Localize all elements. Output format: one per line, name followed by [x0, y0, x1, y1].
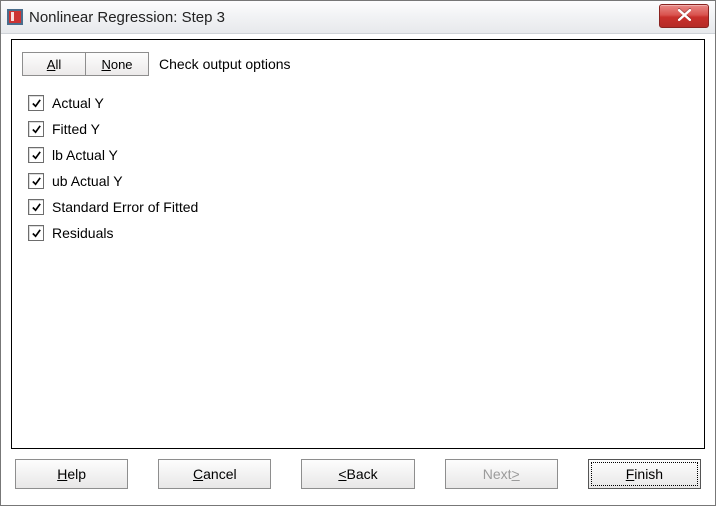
output-options-list: Actual Y Fitted Y lb Actual Y ub Actual Y St… [28, 90, 694, 246]
checkbox[interactable] [28, 121, 44, 137]
help-button[interactable]: Help [15, 459, 128, 489]
wizard-buttons: Help Cancel < Back Next > Finish [15, 459, 701, 491]
checkbox[interactable] [28, 95, 44, 111]
output-option-label: lb Actual Y [52, 147, 118, 163]
content-panel: All None Check output options Actual Y Fi… [11, 39, 705, 449]
output-option-label: Fitted Y [52, 121, 100, 137]
toolbar: All None Check output options [22, 52, 694, 76]
output-option: Actual Y [28, 90, 694, 116]
app-icon [7, 9, 23, 25]
checkbox[interactable] [28, 147, 44, 163]
output-option: ub Actual Y [28, 168, 694, 194]
output-option-label: ub Actual Y [52, 173, 123, 189]
toolbar-caption: Check output options [159, 56, 291, 72]
close-icon [678, 9, 691, 24]
close-button[interactable] [659, 4, 709, 28]
titlebar: Nonlinear Regression: Step 3 [1, 1, 715, 34]
output-option: Fitted Y [28, 116, 694, 142]
next-button: Next > [445, 459, 558, 489]
finish-button[interactable]: Finish [588, 459, 701, 489]
cancel-button[interactable]: Cancel [158, 459, 271, 489]
output-option: Standard Error of Fitted [28, 194, 694, 220]
window-title: Nonlinear Regression: Step 3 [29, 9, 225, 26]
output-option-label: Actual Y [52, 95, 104, 111]
output-option: Residuals [28, 220, 694, 246]
output-option-label: Residuals [52, 225, 113, 241]
checkbox[interactable] [28, 199, 44, 215]
all-button[interactable]: All [22, 52, 86, 76]
output-option: lb Actual Y [28, 142, 694, 168]
checkbox[interactable] [28, 225, 44, 241]
output-option-label: Standard Error of Fitted [52, 199, 198, 215]
checkbox[interactable] [28, 173, 44, 189]
dialog-window: Nonlinear Regression: Step 3 All None Ch… [0, 0, 716, 506]
back-button[interactable]: < Back [301, 459, 414, 489]
none-button[interactable]: None [85, 52, 149, 76]
